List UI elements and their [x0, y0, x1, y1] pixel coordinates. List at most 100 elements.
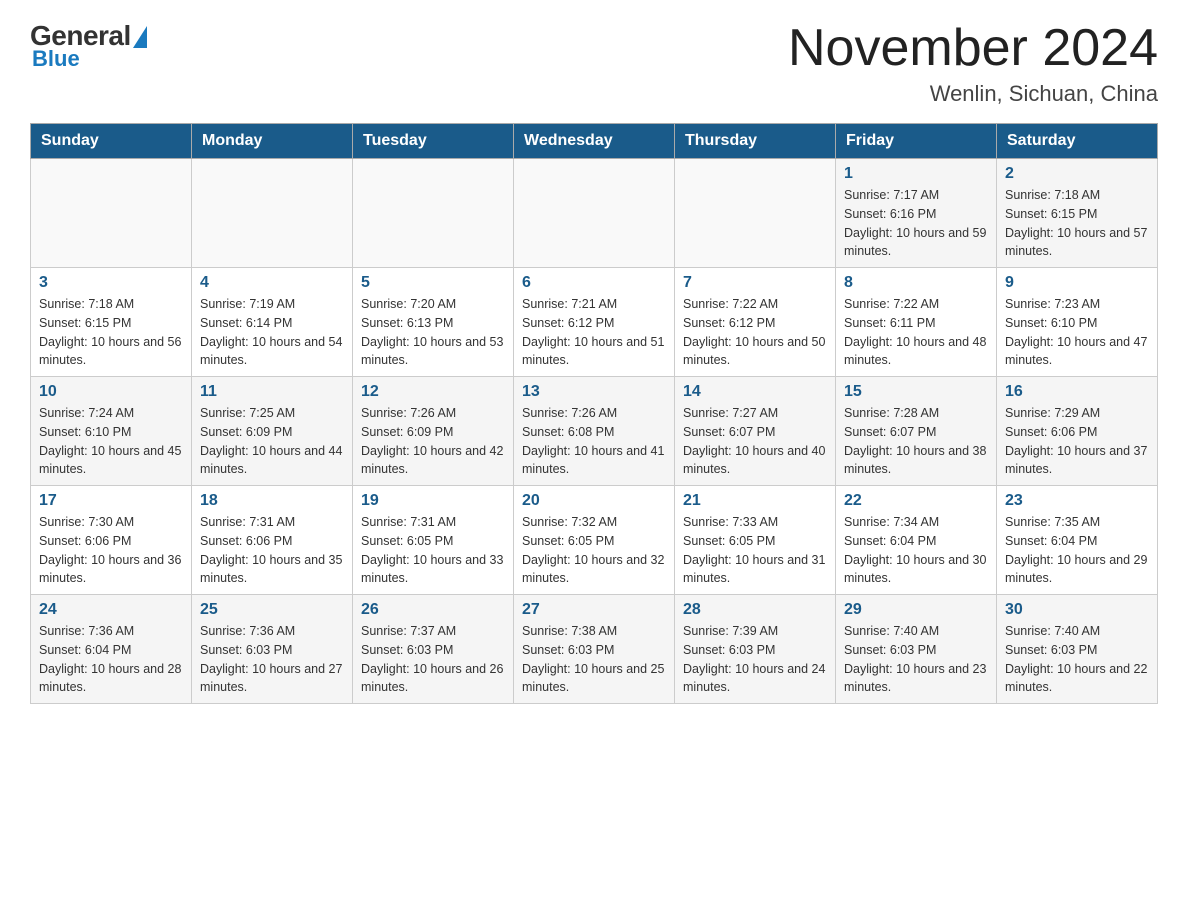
calendar-cell: 12 Sunrise: 7:26 AMSunset: 6:09 PMDayligh… [353, 377, 514, 486]
day-info: Sunrise: 7:17 AMSunset: 6:16 PMDaylight:… [844, 186, 988, 261]
day-info: Sunrise: 7:28 AMSunset: 6:07 PMDaylight:… [844, 404, 988, 479]
day-number: 4 [200, 274, 344, 292]
day-number: 24 [39, 601, 183, 619]
day-number: 1 [844, 165, 988, 183]
day-header-monday: Monday [192, 124, 353, 159]
calendar-cell: 6 Sunrise: 7:21 AMSunset: 6:12 PMDaylight… [514, 268, 675, 377]
day-info: Sunrise: 7:29 AMSunset: 6:06 PMDaylight:… [1005, 404, 1149, 479]
day-info: Sunrise: 7:31 AMSunset: 6:06 PMDaylight:… [200, 513, 344, 588]
title-area: November 2024 Wenlin, Sichuan, China [788, 20, 1158, 107]
calendar-cell: 23 Sunrise: 7:35 AMSunset: 6:04 PMDayligh… [997, 486, 1158, 595]
day-info: Sunrise: 7:27 AMSunset: 6:07 PMDaylight:… [683, 404, 827, 479]
day-info: Sunrise: 7:30 AMSunset: 6:06 PMDaylight:… [39, 513, 183, 588]
day-number: 29 [844, 601, 988, 619]
calendar-cell [31, 159, 192, 268]
day-number: 25 [200, 601, 344, 619]
month-title: November 2024 [788, 20, 1158, 77]
day-number: 2 [1005, 165, 1149, 183]
calendar-cell: 19 Sunrise: 7:31 AMSunset: 6:05 PMDayligh… [353, 486, 514, 595]
day-info: Sunrise: 7:22 AMSunset: 6:12 PMDaylight:… [683, 295, 827, 370]
week-row-4: 17 Sunrise: 7:30 AMSunset: 6:06 PMDayligh… [31, 486, 1158, 595]
calendar-cell: 3 Sunrise: 7:18 AMSunset: 6:15 PMDaylight… [31, 268, 192, 377]
day-number: 19 [361, 492, 505, 510]
logo-blue-text: Blue [32, 46, 80, 72]
day-number: 7 [683, 274, 827, 292]
day-number: 20 [522, 492, 666, 510]
day-info: Sunrise: 7:33 AMSunset: 6:05 PMDaylight:… [683, 513, 827, 588]
day-info: Sunrise: 7:36 AMSunset: 6:04 PMDaylight:… [39, 622, 183, 697]
day-info: Sunrise: 7:23 AMSunset: 6:10 PMDaylight:… [1005, 295, 1149, 370]
calendar-cell: 29Sunrise: 7:40 AMSunset: 6:03 PMDayligh… [836, 595, 997, 704]
day-info: Sunrise: 7:18 AMSunset: 6:15 PMDaylight:… [39, 295, 183, 370]
location: Wenlin, Sichuan, China [788, 81, 1158, 107]
day-number: 11 [200, 383, 344, 401]
day-number: 5 [361, 274, 505, 292]
calendar-cell: 22 Sunrise: 7:34 AMSunset: 6:04 PMDayligh… [836, 486, 997, 595]
logo: General Blue [30, 20, 147, 72]
calendar-cell: 2 Sunrise: 7:18 AMSunset: 6:15 PMDaylight… [997, 159, 1158, 268]
calendar-cell: 26 Sunrise: 7:37 AMSunset: 6:03 PMDayligh… [353, 595, 514, 704]
day-info: Sunrise: 7:25 AMSunset: 6:09 PMDaylight:… [200, 404, 344, 479]
day-info: Sunrise: 7:34 AMSunset: 6:04 PMDaylight:… [844, 513, 988, 588]
day-number: 13 [522, 383, 666, 401]
calendar-cell: 24 Sunrise: 7:36 AMSunset: 6:04 PMDayligh… [31, 595, 192, 704]
calendar-cell [514, 159, 675, 268]
calendar-cell: 28 Sunrise: 7:39 AMSunset: 6:03 PMDayligh… [675, 595, 836, 704]
day-number: 26 [361, 601, 505, 619]
day-number: 15 [844, 383, 988, 401]
day-number: 6 [522, 274, 666, 292]
day-info: Sunrise: 7:37 AMSunset: 6:03 PMDaylight:… [361, 622, 505, 697]
day-number: 21 [683, 492, 827, 510]
day-info: Sunrise: 7:21 AMSunset: 6:12 PMDaylight:… [522, 295, 666, 370]
day-info: Sunrise: 7:35 AMSunset: 6:04 PMDaylight:… [1005, 513, 1149, 588]
day-number: 14 [683, 383, 827, 401]
calendar-cell: 9 Sunrise: 7:23 AMSunset: 6:10 PMDaylight… [997, 268, 1158, 377]
day-number: 3 [39, 274, 183, 292]
day-info: Sunrise: 7:31 AMSunset: 6:05 PMDaylight:… [361, 513, 505, 588]
calendar-cell: 18Sunrise: 7:31 AMSunset: 6:06 PMDayligh… [192, 486, 353, 595]
calendar-cell: 11 Sunrise: 7:25 AMSunset: 6:09 PMDayligh… [192, 377, 353, 486]
day-number: 12 [361, 383, 505, 401]
day-number: 8 [844, 274, 988, 292]
calendar-cell: 14 Sunrise: 7:27 AMSunset: 6:07 PMDayligh… [675, 377, 836, 486]
calendar-header-row: SundayMondayTuesdayWednesdayThursdayFrid… [31, 124, 1158, 159]
day-number: 9 [1005, 274, 1149, 292]
day-number: 22 [844, 492, 988, 510]
day-info: Sunrise: 7:36 AMSunset: 6:03 PMDaylight:… [200, 622, 344, 697]
day-number: 27 [522, 601, 666, 619]
calendar-cell: 8 Sunrise: 7:22 AMSunset: 6:11 PMDaylight… [836, 268, 997, 377]
calendar-cell: 10Sunrise: 7:24 AMSunset: 6:10 PMDayligh… [31, 377, 192, 486]
calendar-cell [192, 159, 353, 268]
day-info: Sunrise: 7:18 AMSunset: 6:15 PMDaylight:… [1005, 186, 1149, 261]
week-row-2: 3 Sunrise: 7:18 AMSunset: 6:15 PMDaylight… [31, 268, 1158, 377]
day-number: 17 [39, 492, 183, 510]
calendar-cell: 30Sunrise: 7:40 AMSunset: 6:03 PMDayligh… [997, 595, 1158, 704]
week-row-3: 10Sunrise: 7:24 AMSunset: 6:10 PMDayligh… [31, 377, 1158, 486]
calendar-cell: 16 Sunrise: 7:29 AMSunset: 6:06 PMDayligh… [997, 377, 1158, 486]
calendar-cell: 21 Sunrise: 7:33 AMSunset: 6:05 PMDayligh… [675, 486, 836, 595]
day-info: Sunrise: 7:39 AMSunset: 6:03 PMDaylight:… [683, 622, 827, 697]
day-info: Sunrise: 7:22 AMSunset: 6:11 PMDaylight:… [844, 295, 988, 370]
calendar-cell: 27 Sunrise: 7:38 AMSunset: 6:03 PMDayligh… [514, 595, 675, 704]
day-header-sunday: Sunday [31, 124, 192, 159]
calendar-cell: 4 Sunrise: 7:19 AMSunset: 6:14 PMDaylight… [192, 268, 353, 377]
calendar-cell: 17 Sunrise: 7:30 AMSunset: 6:06 PMDayligh… [31, 486, 192, 595]
calendar-cell: 7 Sunrise: 7:22 AMSunset: 6:12 PMDaylight… [675, 268, 836, 377]
calendar-cell: 1 Sunrise: 7:17 AMSunset: 6:16 PMDaylight… [836, 159, 997, 268]
day-header-saturday: Saturday [997, 124, 1158, 159]
day-number: 16 [1005, 383, 1149, 401]
day-info: Sunrise: 7:20 AMSunset: 6:13 PMDaylight:… [361, 295, 505, 370]
day-info: Sunrise: 7:26 AMSunset: 6:09 PMDaylight:… [361, 404, 505, 479]
logo-triangle-icon [133, 26, 147, 48]
day-info: Sunrise: 7:38 AMSunset: 6:03 PMDaylight:… [522, 622, 666, 697]
day-header-tuesday: Tuesday [353, 124, 514, 159]
day-number: 23 [1005, 492, 1149, 510]
day-info: Sunrise: 7:19 AMSunset: 6:14 PMDaylight:… [200, 295, 344, 370]
day-header-wednesday: Wednesday [514, 124, 675, 159]
calendar-cell: 25 Sunrise: 7:36 AMSunset: 6:03 PMDayligh… [192, 595, 353, 704]
day-info: Sunrise: 7:26 AMSunset: 6:08 PMDaylight:… [522, 404, 666, 479]
day-info: Sunrise: 7:40 AMSunset: 6:03 PMDaylight:… [1005, 622, 1149, 697]
calendar-cell: 20Sunrise: 7:32 AMSunset: 6:05 PMDayligh… [514, 486, 675, 595]
day-number: 28 [683, 601, 827, 619]
day-header-thursday: Thursday [675, 124, 836, 159]
